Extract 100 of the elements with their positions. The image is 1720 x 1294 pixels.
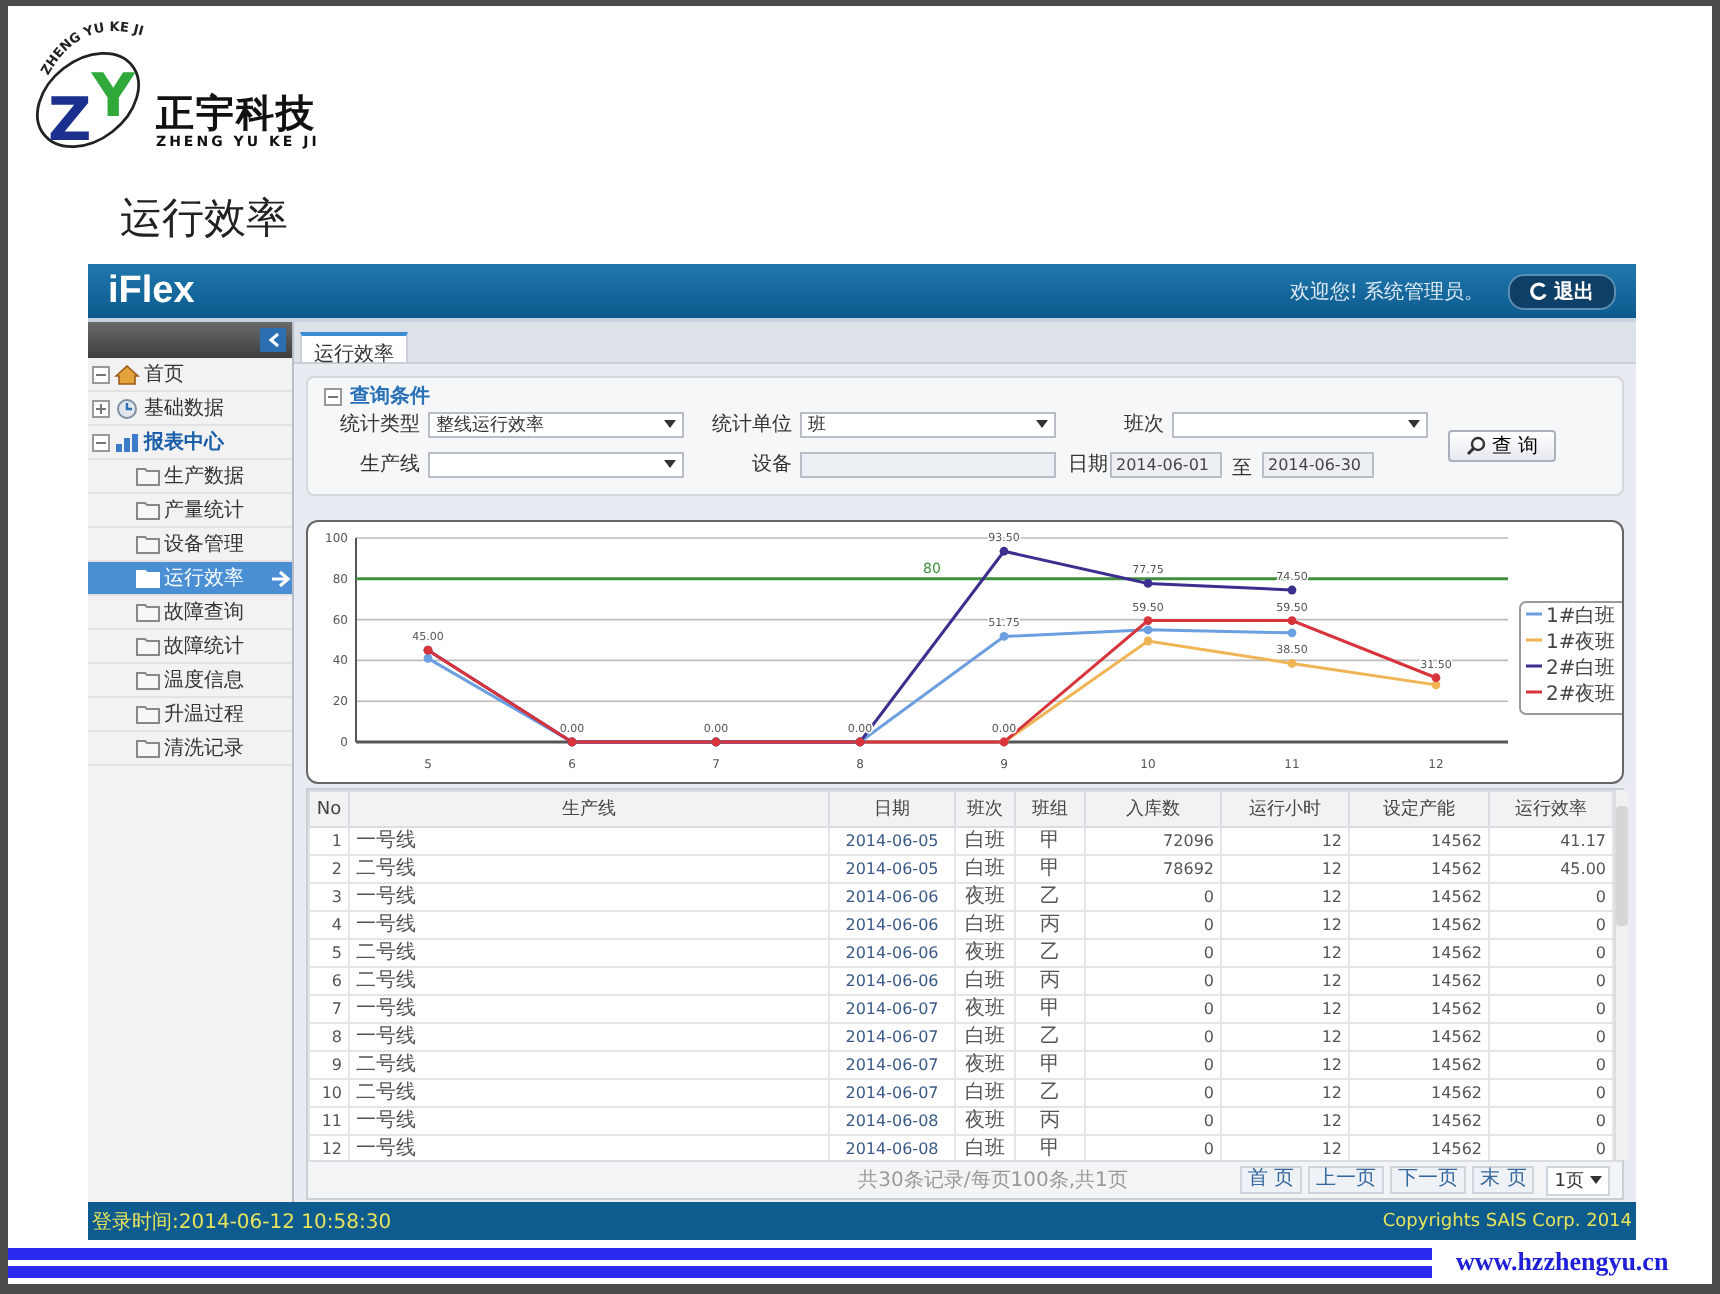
table-cell: 12 <box>1221 1079 1349 1108</box>
table-cell: 一号线 <box>349 995 829 1024</box>
table-cell: 0 <box>1489 1023 1613 1052</box>
table-cell: 5 <box>309 939 349 968</box>
sidebar-item[interactable]: 故障查询 <box>88 596 292 631</box>
collapse-toggle-icon[interactable] <box>324 387 342 406</box>
pager-button[interactable]: 首 页 <box>1239 1166 1303 1195</box>
chevron-left-icon <box>267 332 279 349</box>
folder-icon <box>136 670 160 691</box>
table-cell: 0 <box>1489 1051 1613 1080</box>
sidebar-item[interactable]: 温度信息 <box>88 664 292 699</box>
table-cell: 11 <box>309 1107 349 1136</box>
collapse-toggle-icon[interactable] <box>92 433 110 452</box>
table-cell: 2014-06-07 <box>829 995 955 1024</box>
column-header: 班组 <box>1015 791 1085 828</box>
pager-button[interactable]: 上一页 <box>1308 1166 1385 1195</box>
table-cell: 一号线 <box>349 883 829 912</box>
table-cell: 丙 <box>1015 967 1085 996</box>
table-cell: 45.00 <box>1489 855 1613 884</box>
table-cell: 12 <box>1221 1107 1349 1136</box>
table-cell: 4 <box>309 911 349 940</box>
table-cell: 夜班 <box>955 939 1015 968</box>
table-cell: 2014-06-07 <box>829 1051 955 1080</box>
table-cell: 0 <box>1489 995 1613 1024</box>
table-cell: 12 <box>1221 855 1349 884</box>
table-cell: 6 <box>309 967 349 996</box>
table-cell: 丙 <box>1015 1107 1085 1136</box>
expand-toggle-icon[interactable] <box>92 399 110 418</box>
table-cell: 二号线 <box>349 967 829 996</box>
dropdown-field[interactable]: 班 <box>800 411 1056 438</box>
panel-title: 查询条件 <box>350 383 430 411</box>
folder-icon <box>136 704 160 725</box>
data-point <box>1287 629 1297 639</box>
logout-button[interactable]: 退出 <box>1508 273 1616 310</box>
login-time: 登录时间:2014-06-12 10:58:30 <box>92 1209 392 1236</box>
date-field[interactable]: 2014-06-01 <box>1110 451 1222 478</box>
table-cell: 0 <box>1085 1051 1221 1080</box>
search-button[interactable]: 查 询 <box>1448 430 1557 463</box>
table-cell: 二号线 <box>349 939 829 968</box>
table-cell: 白班 <box>955 1079 1015 1108</box>
table-cell: 0 <box>1489 967 1613 996</box>
table-cell: 2014-06-05 <box>829 855 955 884</box>
pager-button[interactable]: 下一页 <box>1390 1166 1467 1195</box>
table-cell: 丙 <box>1015 911 1085 940</box>
table-cell: 夜班 <box>955 883 1015 912</box>
sidebar-item[interactable]: 基础数据 <box>88 392 292 427</box>
copyright-text: Copyrights SAIS Corp. 2014 <box>1382 1211 1632 1232</box>
clock-icon <box>114 397 140 420</box>
tab[interactable]: 运行效率 <box>300 332 408 363</box>
data-point <box>999 632 1009 642</box>
table-cell: 甲 <box>1015 995 1085 1024</box>
table-cell: 白班 <box>955 1023 1015 1052</box>
table-cell: 甲 <box>1015 855 1085 884</box>
table-cell: 2014-06-05 <box>829 827 955 856</box>
pager-button[interactable]: 末 页 <box>1472 1166 1535 1195</box>
column-header: 设定产能 <box>1349 791 1489 828</box>
dropdown-field[interactable]: 整线运行效率 <box>428 411 684 438</box>
legend-label: 2#夜班 <box>1546 682 1616 707</box>
sidebar-item[interactable]: 生产数据 <box>88 460 292 495</box>
sidebar-item[interactable]: 升温过程 <box>88 698 292 733</box>
table-cell: 夜班 <box>955 1107 1015 1136</box>
caret-icon <box>664 420 676 429</box>
table-cell: 0 <box>1085 967 1221 996</box>
page-select[interactable]: 1页 <box>1546 1165 1610 1196</box>
table-cell: 2014-06-06 <box>829 939 955 968</box>
table-cell: 2 <box>309 855 349 884</box>
column-header: 入库数 <box>1085 791 1221 828</box>
column-header: 日期 <box>829 791 955 828</box>
sidebar-item[interactable]: 产量统计 <box>88 494 292 529</box>
dropdown-field[interactable] <box>1172 411 1428 438</box>
table-cell: 2014-06-07 <box>829 1023 955 1052</box>
table-cell: 0 <box>1489 939 1613 968</box>
slide-title: 运行效率 <box>120 192 288 246</box>
dropdown-field[interactable] <box>428 451 684 478</box>
table-cell: 一号线 <box>349 911 829 940</box>
scrollbar[interactable] <box>1614 790 1628 1161</box>
house-icon <box>114 363 140 386</box>
table-cell: 14562 <box>1349 1023 1489 1052</box>
table-cell: 41.17 <box>1489 827 1613 856</box>
table-cell: 14562 <box>1349 855 1489 884</box>
date-field[interactable]: 2014-06-30 <box>1262 451 1374 478</box>
table-cell: 白班 <box>955 911 1015 940</box>
table-cell: 12 <box>1221 995 1349 1024</box>
data-point <box>1287 586 1297 596</box>
table-cell: 72096 <box>1085 827 1221 856</box>
sidebar-item[interactable]: 清洗记录 <box>88 732 292 767</box>
sidebar-item[interactable]: 故障统计 <box>88 630 292 665</box>
collapse-toggle-icon[interactable] <box>92 365 110 384</box>
column-header: 生产线 <box>349 791 829 828</box>
column-header: 运行小时 <box>1221 791 1349 828</box>
table-cell: 0 <box>1085 1079 1221 1108</box>
sidebar-item[interactable]: 报表中心 <box>88 426 292 461</box>
table-cell: 0 <box>1489 883 1613 912</box>
collapse-button[interactable] <box>260 328 286 353</box>
folder-icon <box>136 568 160 589</box>
table-cell: 2014-06-07 <box>829 1079 955 1108</box>
data-point <box>1287 659 1297 669</box>
sidebar-item[interactable]: 首页 <box>88 358 292 393</box>
legend-label: 1#白班 <box>1546 604 1616 629</box>
folder-icon <box>136 534 160 555</box>
